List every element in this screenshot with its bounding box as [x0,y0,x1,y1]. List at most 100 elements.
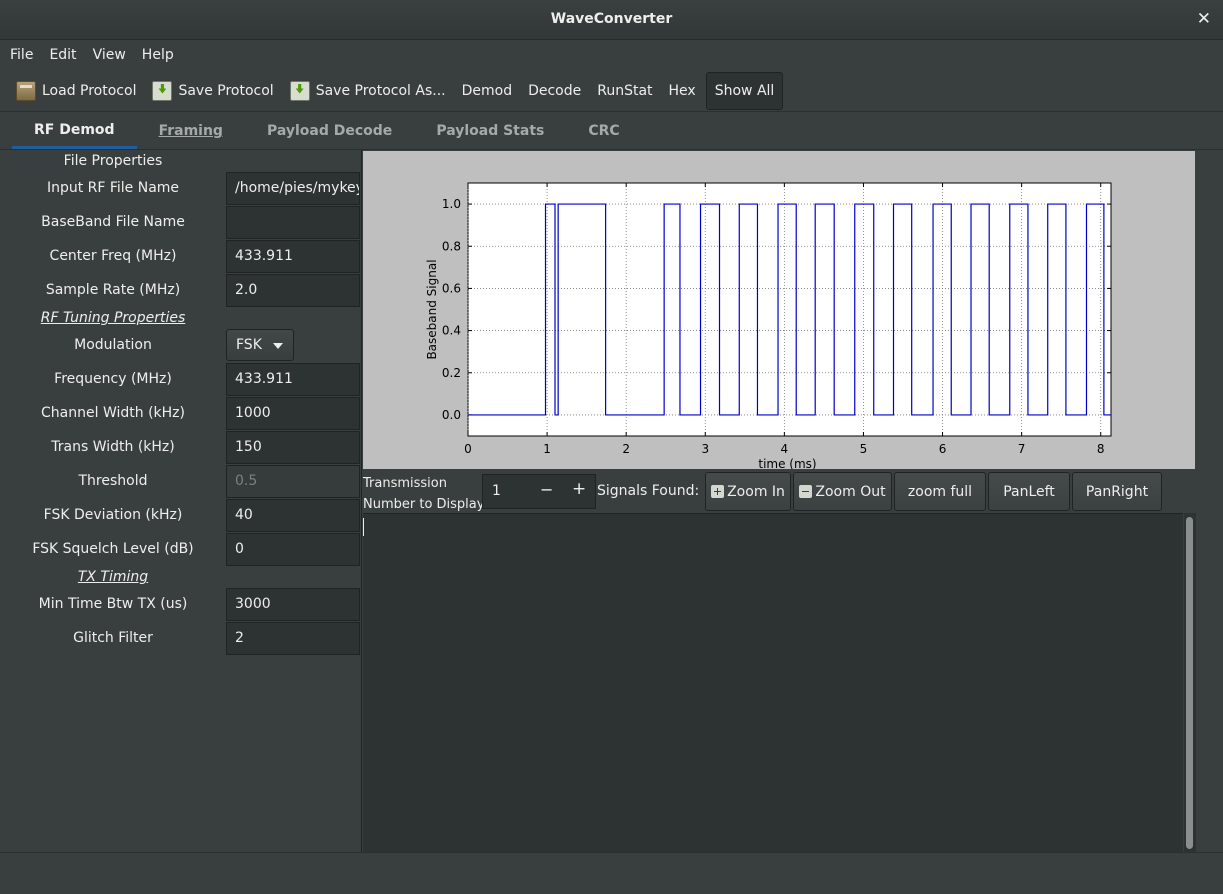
tab-payload-decode[interactable]: Payload Decode [245,113,414,149]
show-all-button[interactable]: Show All [705,71,784,110]
rf-tuning-heading: RF Tuning Properties [40,310,186,326]
menu-bar: File Edit View Help [0,40,1223,70]
frequency-field[interactable]: 433.911 [226,363,360,396]
zoom-in-button[interactable]: Zoom In [705,472,791,511]
decrement-button[interactable]: − [540,480,553,499]
runstat-button[interactable]: RunStat [589,72,660,110]
demod-button[interactable]: Demod [454,72,520,110]
window-title: WaveConverter [550,11,673,27]
y-tick-label: 0.4 [442,324,461,338]
load-protocol-icon [16,80,36,101]
tab-crc[interactable]: CRC [566,113,641,149]
y-tick-label: 1.0 [442,197,461,211]
save-protocol-label: Save Protocol [178,82,274,99]
min-time-field[interactable]: 3000 [226,588,360,621]
threshold-row: Threshold 0.5 [0,465,362,499]
glitch-filter-field[interactable]: 2 [226,622,360,655]
decode-button[interactable]: Decode [520,72,589,110]
menu-view[interactable]: View [85,47,134,63]
transmission-number-value[interactable]: 1 [492,483,501,499]
x-tick-label: 2 [622,442,630,456]
tab-rf-demod[interactable]: RF Demod [12,113,137,149]
baseband-plot: 0 1 2 3 4 5 6 7 8 0.0 0.2 0.4 0.6 0.8 1.0 time (ms) Base… [363,151,1195,469]
menu-file[interactable]: File [2,47,41,63]
save-protocol-as-icon [289,80,310,101]
fsk-deviation-field[interactable]: 40 [226,499,360,532]
title-bar: WaveConverter ✕ [0,0,1223,40]
baseband-label: BaseBand File Name [41,214,185,230]
x-tick-label: 1 [543,442,551,456]
x-tick-label: 3 [701,442,709,456]
frequency-row: Frequency (MHz) 433.911 [0,363,362,397]
modulation-row: Modulation FSK [0,329,362,363]
channel-width-field[interactable]: 1000 [226,397,360,430]
frequency-label: Frequency (MHz) [54,371,172,387]
text-cursor [363,518,364,536]
menu-help[interactable]: Help [134,47,182,63]
channel-width-row: Channel Width (kHz) 1000 [0,397,362,431]
modulation-label: Modulation [74,337,152,353]
tab-label: RF Demod [34,121,115,138]
zoom-in-icon [711,485,725,498]
x-tick-label: 8 [1097,442,1105,456]
input-rf-label: Input RF File Name [46,180,180,196]
sample-rate-row: Sample Rate (MHz) 2.0 [0,274,362,308]
baseband-row: BaseBand File Name [0,206,362,240]
center-freq-row: Center Freq (MHz) 433.911 [0,240,362,274]
transmission-label: Transmission Number to Display [363,473,484,515]
x-tick-label: 4 [781,442,789,456]
min-time-label: Min Time Btw TX (us) [38,596,188,612]
trans-width-field[interactable]: 150 [226,431,360,464]
rf-properties-panel: File Properties Input RF File Name /home… [0,150,362,852]
transmission-number-stepper[interactable]: 1 − + [482,474,596,509]
toolbar: Load Protocol Save Protocol Save Protoco… [0,70,1223,112]
x-tick-label: 0 [464,442,472,456]
zoom-full-button[interactable]: zoom full [894,472,986,511]
pan-left-button[interactable]: PanLeft [988,472,1070,511]
increment-button[interactable]: + [572,479,586,499]
glitch-filter-row: Glitch Filter 2 [0,622,362,656]
save-protocol-button[interactable]: Save Protocol [144,72,281,110]
file-properties-heading: File Properties [63,153,163,169]
tab-label: Payload Decode [266,123,393,139]
modulation-dropdown[interactable]: FSK [226,329,294,361]
y-tick-label: 0.8 [442,239,461,253]
close-icon[interactable]: ✕ [1197,9,1211,29]
min-time-row: Min Time Btw TX (us) 3000 [0,588,362,622]
fsk-squelch-field[interactable]: 0 [226,533,360,566]
modulation-value: FSK [236,337,262,353]
output-scrollbar[interactable] [1184,513,1196,852]
fsk-deviation-row: FSK Deviation (kHz) 40 [0,499,362,533]
save-protocol-as-label: Save Protocol As... [315,82,446,99]
pan-right-button[interactable]: PanRight [1072,472,1162,511]
y-tick-label: 0.0 [442,408,461,422]
fsk-squelch-row: FSK Squelch Level (dB) 0 [0,533,362,567]
output-text-area[interactable] [363,513,1183,852]
baseband-field[interactable] [226,206,360,239]
load-protocol-button[interactable]: Load Protocol [8,72,144,110]
zoom-out-icon [799,485,813,498]
zoom-out-label: Zoom Out [815,483,886,500]
fsk-squelch-label: FSK Squelch Level (dB) [32,541,194,557]
tab-framing[interactable]: Framing [137,113,245,149]
hex-button[interactable]: Hex [661,72,704,110]
tab-payload-stats[interactable]: Payload Stats [414,113,566,149]
menu-edit[interactable]: Edit [41,47,84,63]
tab-label: Framing [158,123,223,139]
scrollbar-thumb[interactable] [1186,517,1193,849]
zoom-in-label: Zoom In [727,483,785,500]
tx-timing-heading: TX Timing [77,569,149,585]
tab-label: Payload Stats [436,123,545,139]
trans-width-row: Trans Width (kHz) 150 [0,431,362,465]
sample-rate-field[interactable]: 2.0 [226,274,360,307]
x-tick-label: 7 [1018,442,1026,456]
right-margin [1196,470,1223,852]
save-protocol-icon [152,80,173,101]
save-protocol-as-button[interactable]: Save Protocol As... [282,72,454,110]
zoom-out-button[interactable]: Zoom Out [793,472,892,511]
threshold-label: Threshold [78,473,148,489]
status-bar [0,852,1223,894]
input-rf-field[interactable]: /home/pies/mykey [226,172,360,205]
input-rf-row: Input RF File Name /home/pies/mykey [0,172,362,206]
center-freq-field[interactable]: 433.911 [226,240,360,273]
